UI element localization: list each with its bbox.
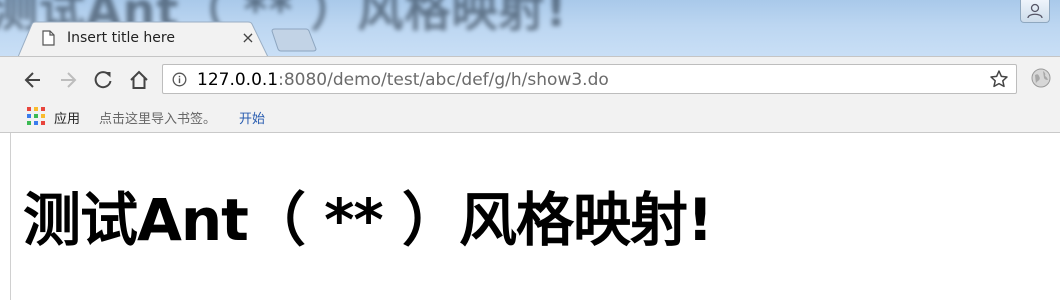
bookmark-start-link[interactable]: 开始 bbox=[239, 108, 265, 127]
new-tab-button[interactable] bbox=[270, 28, 318, 52]
tab-title: Insert title here bbox=[67, 30, 175, 46]
bookmarks-bar: 应用 点击这里导入书签。 开始 bbox=[0, 102, 1060, 133]
reload-icon[interactable] bbox=[92, 69, 114, 91]
forward-arrow-icon[interactable] bbox=[57, 69, 79, 91]
apps-grid-icon[interactable] bbox=[27, 107, 45, 125]
tab-active[interactable]: Insert title here × bbox=[18, 21, 269, 56]
url-path: :8080/demo/test/abc/def/g/h/show3.do bbox=[278, 70, 609, 90]
page-heading: 测试Ant（ ** ）风格映射! bbox=[23, 186, 713, 254]
url-text: 127.0.0.1:8080/demo/test/abc/def/g/h/sho… bbox=[197, 70, 609, 90]
window-titlebar: 测试Ant（ ** ）风格映射! Insert title here × bbox=[0, 0, 1060, 56]
info-icon[interactable] bbox=[172, 72, 187, 87]
home-icon[interactable] bbox=[128, 69, 150, 91]
browser-toolbar: 127.0.0.1:8080/demo/test/abc/def/g/h/sho… bbox=[0, 56, 1060, 103]
import-bookmarks-hint[interactable]: 点击这里导入书签。 bbox=[99, 108, 216, 127]
star-icon[interactable] bbox=[989, 69, 1009, 89]
address-bar[interactable]: 127.0.0.1:8080/demo/test/abc/def/g/h/sho… bbox=[162, 64, 1017, 94]
user-icon bbox=[1027, 3, 1043, 19]
page-viewport: 测试Ant（ ** ）风格映射! bbox=[10, 133, 1060, 300]
profile-button[interactable] bbox=[1020, 0, 1050, 23]
tab-close-icon[interactable]: × bbox=[240, 28, 256, 47]
page-icon bbox=[42, 30, 55, 46]
url-host: 127.0.0.1 bbox=[197, 70, 279, 90]
globe-icon[interactable] bbox=[1030, 67, 1052, 89]
back-arrow-icon[interactable] bbox=[22, 69, 44, 91]
bookmark-apps[interactable]: 应用 bbox=[54, 108, 80, 127]
